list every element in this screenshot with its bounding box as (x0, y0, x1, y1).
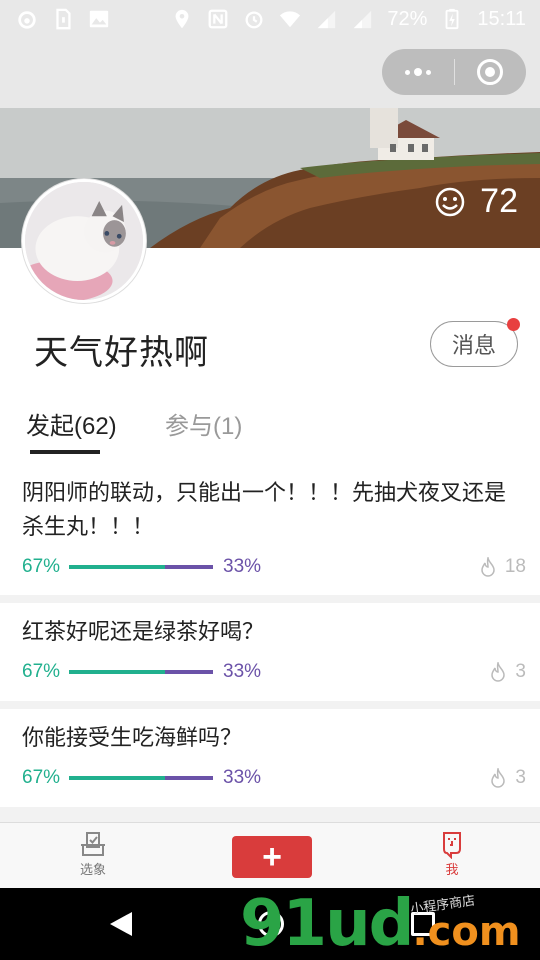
poll-card[interactable]: 你能接受生吃海鲜吗？ 67% 33% 3 (0, 709, 540, 807)
option-b-percent: 33% (223, 556, 262, 577)
hot-count-value: 3 (515, 661, 526, 682)
alarm-icon (243, 8, 265, 30)
option-a-percent: 67% (22, 767, 61, 788)
divider (0, 701, 540, 709)
signal-icon (351, 8, 373, 30)
target-circle-icon (477, 59, 504, 85)
capsule-menu (382, 49, 526, 95)
divider (0, 595, 540, 603)
tab-active-indicator (30, 450, 100, 454)
tab-bar-top: 发起(62) 参与(1) (0, 400, 540, 456)
messages-button-label: 消息 (451, 333, 496, 358)
watermark: 91ud .com 小程序商店 (240, 888, 521, 960)
bar-option-a (69, 776, 166, 780)
avatar[interactable] (22, 179, 146, 303)
divider (0, 807, 540, 822)
tab-participated[interactable]: 参与(1) (165, 406, 242, 441)
status-bar: 72% 15:11 (0, 0, 540, 38)
poll-result-row: 67% 33% 3 (22, 660, 526, 684)
poll-title: 你能接受生吃海鲜吗？ (22, 725, 243, 750)
username: 天气好热啊 (34, 334, 209, 372)
hot-count: 18 (479, 556, 526, 578)
result-bar (69, 776, 213, 780)
bar-option-a (69, 565, 166, 569)
hot-count: 3 (489, 661, 526, 683)
nfc-icon (207, 8, 229, 30)
tab-me[interactable]: 我 (412, 829, 492, 878)
hot-count: 3 (489, 767, 526, 789)
create-poll-button[interactable]: + (232, 836, 312, 878)
more-dots-icon (404, 68, 431, 76)
option-a-percent: 67% (22, 661, 61, 682)
tab-me-label: 我 (445, 862, 459, 877)
option-b-percent: 33% (223, 767, 262, 788)
tab-choices-label: 选象 (79, 862, 106, 877)
result-bar (69, 565, 213, 569)
battery-charging-icon (441, 8, 463, 30)
smiley-icon (435, 187, 465, 216)
battery-percent: 72% (387, 7, 428, 30)
plus-icon: + (262, 838, 282, 876)
location-icon (171, 8, 193, 30)
result-bar (69, 670, 213, 674)
poll-result-row: 67% 33% 18 (22, 555, 526, 579)
signal-icon (315, 8, 337, 30)
poll-title: 红茶好呢还是绿茶好喝？ (22, 619, 265, 644)
likes-count: 72 (480, 182, 518, 220)
weibo-icon (16, 8, 38, 30)
profile-face-icon (443, 832, 461, 859)
option-b-percent: 33% (223, 661, 262, 682)
ballot-box-icon (81, 832, 105, 856)
bottom-tab-bar: 选象 + 我 (0, 822, 540, 888)
poll-card[interactable]: 阴阳师的联动，只能出一个！！！先抽犬夜叉还是杀生丸！！！ 67% 33% 18 (0, 470, 540, 595)
likes-counter: 72 (434, 182, 518, 221)
bar-option-b (165, 565, 213, 569)
hot-count-value: 3 (515, 767, 526, 788)
watermark-main: 91ud (240, 887, 414, 960)
tab-choices[interactable]: 选象 (53, 829, 133, 878)
hot-count-value: 18 (504, 556, 526, 577)
back-icon[interactable] (108, 910, 134, 938)
flame-icon (481, 557, 495, 577)
poll-result-row: 67% 33% 3 (22, 766, 526, 790)
more-button[interactable] (382, 49, 454, 95)
bar-option-b (165, 776, 213, 780)
sim-icon (52, 8, 74, 30)
wifi-icon (279, 8, 301, 30)
clock: 15:11 (477, 7, 526, 30)
unread-badge (507, 318, 520, 331)
cat-photo (25, 182, 143, 300)
flame-icon (491, 662, 506, 682)
bar-option-b (165, 670, 213, 674)
close-miniprogram-button[interactable] (455, 49, 527, 95)
tab-initiated[interactable]: 发起(62) (26, 406, 117, 441)
flame-icon (491, 768, 506, 788)
bar-option-a (69, 670, 166, 674)
option-a-percent: 67% (22, 556, 61, 577)
poll-card[interactable]: 红茶好呢还是绿茶好喝？ 67% 33% 3 (0, 603, 540, 701)
poll-title: 阴阳师的联动，只能出一个！！！先抽犬夜叉还是杀生丸！！！ (22, 480, 507, 539)
image-icon (88, 8, 110, 30)
messages-button[interactable]: 消息 (430, 318, 520, 367)
nav-bar (0, 38, 540, 108)
